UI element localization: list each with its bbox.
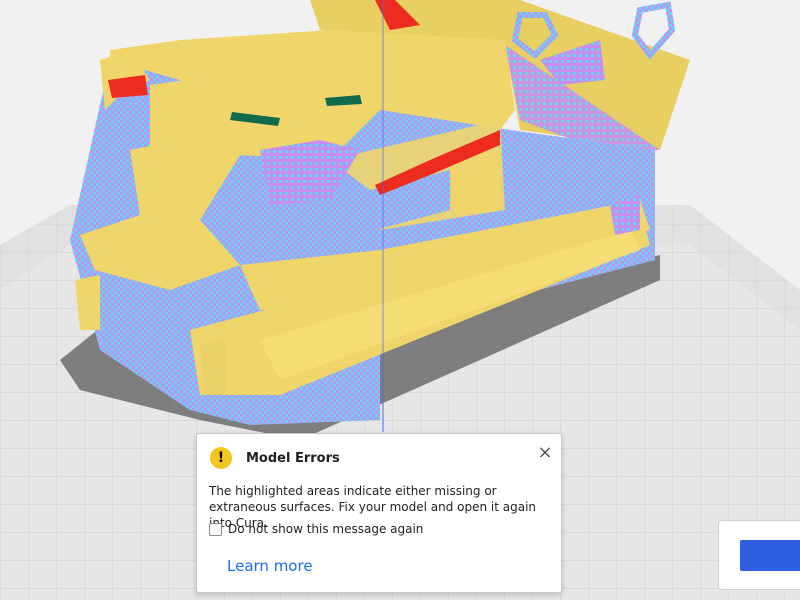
close-icon[interactable]: × <box>535 443 555 463</box>
model-errors-dialog: ! Model Errors × The highlighted areas i… <box>196 433 562 593</box>
action-panel <box>718 520 800 590</box>
action-button[interactable] <box>740 540 800 571</box>
dialog-title: Model Errors <box>246 451 340 466</box>
dont-show-again-checkbox[interactable] <box>209 522 222 536</box>
warning-icon: ! <box>210 447 232 469</box>
learn-more-link[interactable]: Learn more <box>227 557 313 575</box>
dont-show-again-option[interactable]: Do not show this message again <box>209 521 423 537</box>
dont-show-again-label[interactable]: Do not show this message again <box>228 522 423 536</box>
